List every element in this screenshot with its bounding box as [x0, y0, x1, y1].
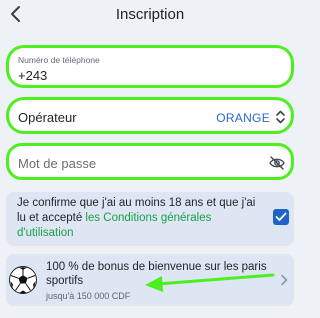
terms-text: Je confirme que j'ai au moins 18 ans et …	[17, 196, 262, 241]
phone-field-label: Numéro de téléphone	[18, 55, 100, 65]
operator-label: Opérateur	[18, 110, 77, 125]
page-title: Inscription	[115, 6, 185, 23]
password-placeholder: Mot de passe	[18, 156, 97, 171]
terms-card: Je confirme que j'ai au moins 18 ans et …	[6, 192, 294, 246]
soccer-ball-icon	[8, 265, 38, 295]
password-field[interactable]: Mot de passe	[6, 143, 294, 180]
checkmark-icon	[275, 212, 287, 221]
operator-select[interactable]: Opérateur ORANGE	[6, 97, 294, 134]
bonus-card[interactable]: 100 % de bonus de bienvenue sur les pari…	[6, 254, 294, 306]
chevron-up-down-icon[interactable]	[275, 109, 286, 125]
terms-checkbox[interactable]	[273, 209, 289, 225]
header: Inscription	[0, 0, 300, 30]
bonus-title: 100 % de bonus de bienvenue sur les pari…	[46, 261, 267, 287]
phone-field[interactable]: Numéro de téléphone +243	[6, 45, 294, 88]
eye-off-icon[interactable]	[269, 156, 285, 170]
chevron-right-icon[interactable]	[280, 273, 288, 286]
bonus-subtitle: jusqu'à 150 000 CDF	[46, 291, 131, 301]
operator-value[interactable]: ORANGE	[216, 111, 270, 125]
phone-field-value[interactable]: +243	[18, 68, 47, 83]
